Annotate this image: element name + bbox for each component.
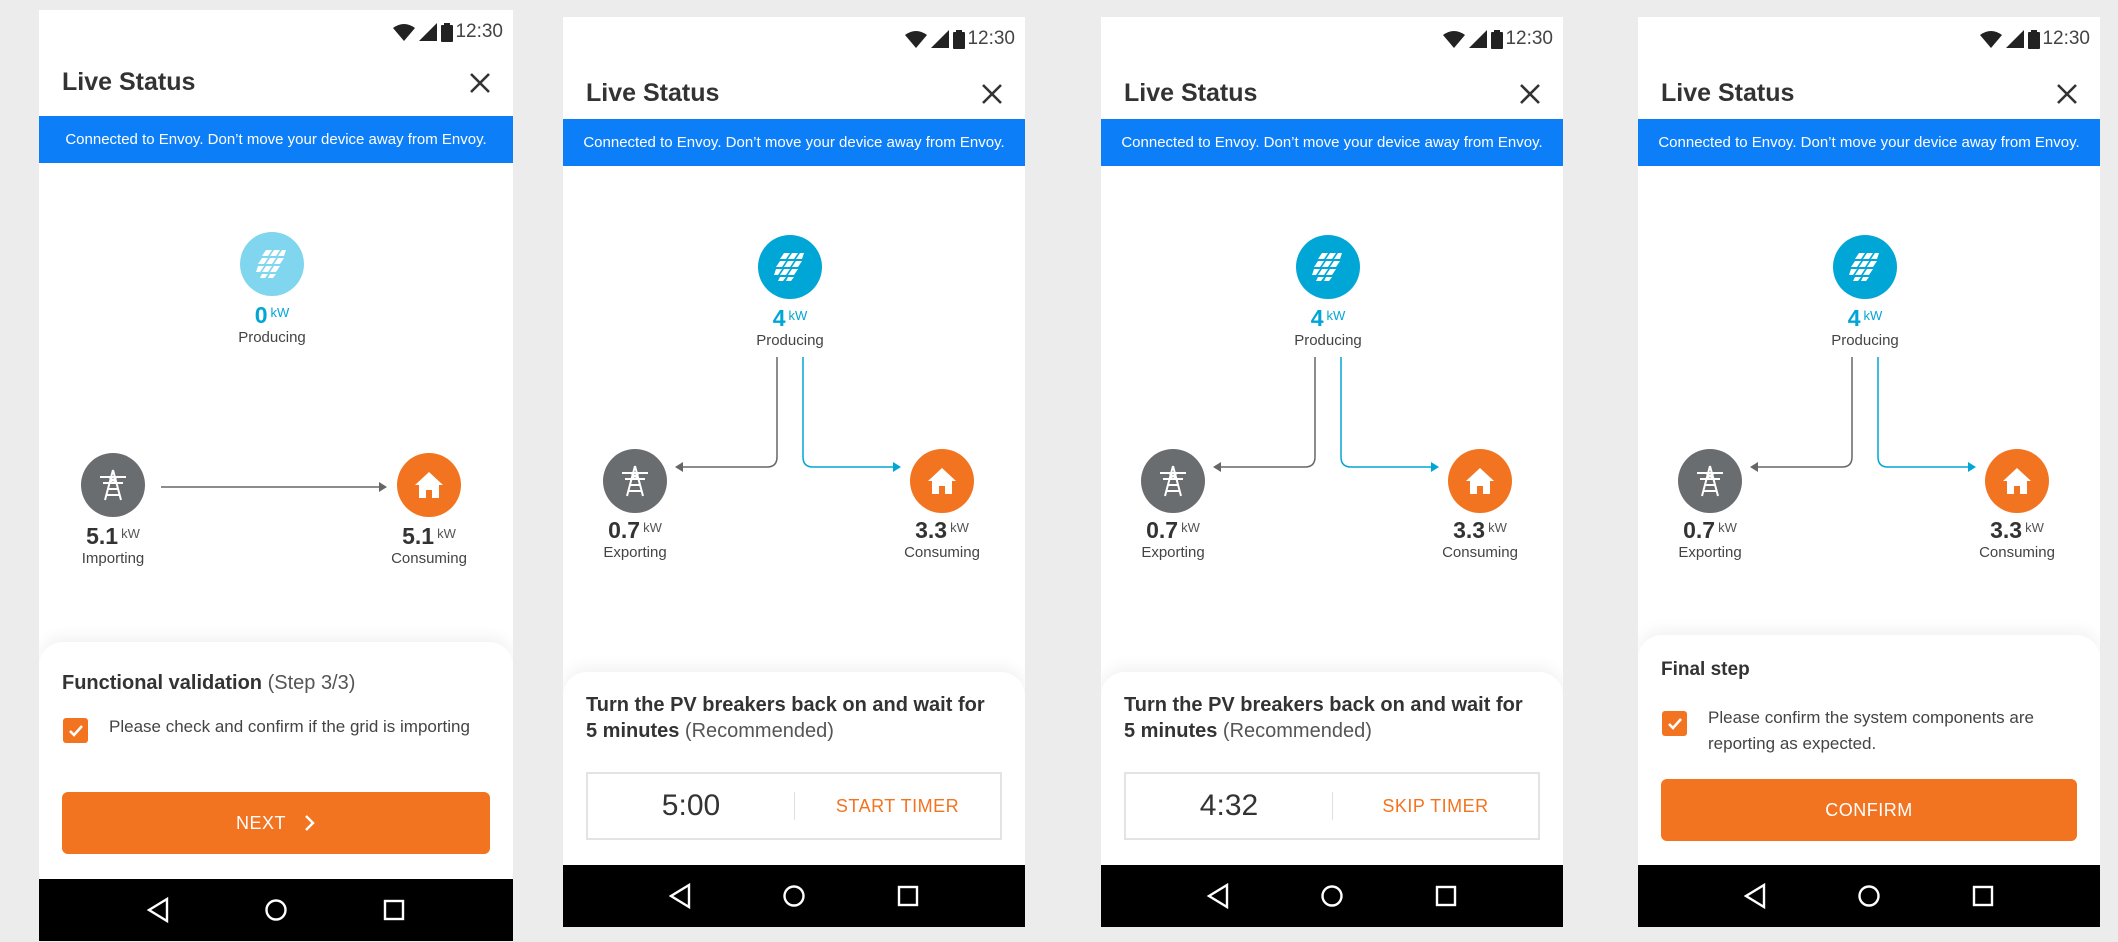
solar-panel-icon <box>774 253 804 281</box>
grid-value: 0.7 kW Exporting <box>565 517 705 562</box>
solar-panel-icon <box>1849 253 1879 281</box>
nav-home-button[interactable] <box>774 876 814 916</box>
home-circle-icon <box>1321 885 1343 907</box>
home-circle-icon <box>783 885 805 907</box>
consuming-label: Consuming <box>1442 544 1518 561</box>
grid-label: Exporting <box>1141 544 1205 561</box>
recents-icon <box>1435 885 1457 907</box>
phone-screen-2: 12:30 Live Status Connected to Envoy. Do… <box>563 17 1025 927</box>
home-node <box>1448 449 1512 513</box>
solar-node <box>758 235 822 299</box>
power-tower-icon <box>1697 465 1723 497</box>
skip-timer-button[interactable]: SKIP TIMER <box>1333 774 1538 838</box>
nav-back-button[interactable] <box>1735 876 1775 916</box>
nav-recents-button[interactable] <box>1963 876 2003 916</box>
consuming-label: Consuming <box>904 544 980 561</box>
power-tower-icon <box>622 465 648 497</box>
grid-label: Exporting <box>1678 544 1742 561</box>
consuming-value: 3.3 kW Consuming <box>1947 517 2087 562</box>
producing-label: Producing <box>1831 332 1899 349</box>
consuming-value: 5.1 kW Consuming <box>359 523 499 568</box>
nav-home-button[interactable] <box>256 890 296 930</box>
home-icon <box>928 468 956 494</box>
nav-home-button[interactable] <box>1849 876 1889 916</box>
checkbox-checked-icon <box>1667 717 1682 730</box>
phone-screen-3: 12:30 Live Status Connected to Envoy. Do… <box>1101 17 1563 927</box>
producing-value: 4 kW Producing <box>1795 305 1935 350</box>
nav-back-button[interactable] <box>1198 876 1238 916</box>
bottom-sheet: Final step Please confirm the system com… <box>1638 635 2100 865</box>
home-icon <box>1466 468 1494 494</box>
back-icon <box>1743 883 1766 909</box>
producing-value: 4 kW Producing <box>720 305 860 350</box>
instruction-text: Turn the PV breakers back on and wait fo… <box>586 694 985 742</box>
checkbox-checked-icon <box>68 724 83 737</box>
grid-value: 5.1 kW Importing <box>43 523 183 568</box>
confirm-checkbox[interactable] <box>63 718 88 743</box>
timer-box: 4:32 SKIP TIMER <box>1124 772 1540 840</box>
power-tower-icon <box>100 469 126 501</box>
producing-label: Producing <box>1294 332 1362 349</box>
timer-box: 5:00 START TIMER <box>586 772 1002 840</box>
system-nav-bar <box>39 879 513 941</box>
nav-back-button[interactable] <box>660 876 700 916</box>
next-button[interactable]: NEXT <box>62 792 490 854</box>
home-icon <box>2003 468 2031 494</box>
bottom-sheet: Functional validation (Step 3/3) Please … <box>39 642 513 879</box>
confirm-checkbox[interactable] <box>1662 711 1687 736</box>
sheet-title: Final step <box>1661 659 1750 680</box>
back-icon <box>668 883 691 909</box>
back-icon <box>1206 883 1229 909</box>
grid-value: 0.7 kW Exporting <box>1103 517 1243 562</box>
nav-recents-button[interactable] <box>888 876 928 916</box>
grid-label: Exporting <box>603 544 667 561</box>
nav-recents-button[interactable] <box>1426 876 1466 916</box>
sheet-title: Functional validation (Step 3/3) <box>62 672 356 694</box>
phone-screen-1: 12:30 Live Status Connected to Envoy. Do… <box>39 10 513 941</box>
system-nav-bar <box>1638 865 2100 927</box>
grid-node <box>81 453 145 517</box>
producing-value: 4 kW Producing <box>1258 305 1398 350</box>
back-icon <box>146 897 169 923</box>
chevron-right-icon <box>305 815 315 831</box>
nav-recents-button[interactable] <box>374 890 414 930</box>
checkbox-label: Please check and confirm if the grid is … <box>109 717 470 736</box>
consuming-label: Consuming <box>1979 544 2055 561</box>
phone-screen-4: 12:30 Live Status Connected to Envoy. Do… <box>1638 17 2100 927</box>
home-node <box>1985 449 2049 513</box>
consuming-label: Consuming <box>391 550 467 567</box>
confirm-button[interactable]: CONFIRM <box>1661 779 2077 841</box>
power-tower-icon <box>1160 465 1186 497</box>
grid-value: 0.7 kW Exporting <box>1640 517 1780 562</box>
grid-node <box>1141 449 1205 513</box>
instruction-text: Turn the PV breakers back on and wait fo… <box>1124 694 1523 742</box>
bottom-sheet: Turn the PV breakers back on and wait fo… <box>1101 672 1563 865</box>
timer-value: 4:32 <box>1199 789 1259 822</box>
start-timer-button[interactable]: START TIMER <box>795 774 1000 838</box>
recents-icon <box>897 885 919 907</box>
nav-home-button[interactable] <box>1312 876 1352 916</box>
home-node <box>397 453 461 517</box>
home-circle-icon <box>265 899 287 921</box>
solar-panel-icon <box>1312 253 1342 281</box>
grid-label: Importing <box>81 550 145 567</box>
grid-node <box>1678 449 1742 513</box>
solar-node <box>1296 235 1360 299</box>
producing-label: Producing <box>756 332 824 349</box>
system-nav-bar <box>563 865 1025 927</box>
recents-icon <box>383 899 405 921</box>
nav-back-button[interactable] <box>138 890 178 930</box>
home-circle-icon <box>1858 885 1880 907</box>
timer-value: 5:00 <box>661 789 721 822</box>
consuming-value: 3.3 kW Consuming <box>1410 517 1550 562</box>
solar-node <box>1833 235 1897 299</box>
consuming-value: 3.3 kW Consuming <box>872 517 1012 562</box>
system-nav-bar <box>1101 865 1563 927</box>
home-icon <box>415 472 443 498</box>
grid-node <box>603 449 667 513</box>
checkbox-label: Please confirm the system components are… <box>1708 708 2034 753</box>
home-node <box>910 449 974 513</box>
recents-icon <box>1972 885 1994 907</box>
bottom-sheet: Turn the PV breakers back on and wait fo… <box>563 672 1025 865</box>
